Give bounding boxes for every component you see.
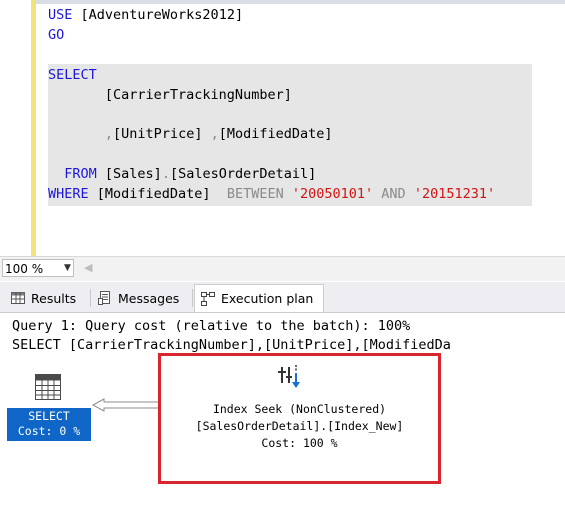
code-token: SELECT [48,67,97,83]
execution-plan-icon [201,291,215,306]
tab-messages[interactable]: Messages [92,285,192,311]
code-line-5: ,[UnitPrice] ,[ModifiedDate] [48,125,333,144]
scroll-left-icon[interactable]: ◀ [84,261,92,274]
query-editor[interactable]: USE [AdventureWorks2012] GO SELECT [Carr… [0,0,565,256]
tab-divider [90,289,91,307]
tab-execution-plan[interactable]: Execution plan [194,284,324,312]
code-line-4: [CarrierTrackingNumber] [48,86,292,105]
select-operator-node[interactable]: SELECT Cost: 0 % [7,408,91,441]
code-token: [SalesOrderDetail] [169,166,317,182]
query-cost-header: Query 1: Query cost (relative to the bat… [12,318,411,334]
change-tracking-bar [31,0,36,256]
tab-execution-plan-label: Execution plan [221,291,314,306]
code-token: [CarrierTrackingNumber] [48,87,292,103]
code-token: [Sales] [96,166,162,182]
code-token: . [161,166,170,182]
code-token: [UnitPrice] [113,126,211,142]
code-line-6: FROM [Sales].[SalesOrderDetail] [48,165,316,184]
editor-top-strip [0,0,565,4]
chevron-down-icon[interactable]: ▼ [64,263,71,273]
index-seek-icon[interactable] [276,363,304,391]
index-seek-object: [SalesOrderDetail].[Index_New] [195,419,404,433]
code-token: , [210,126,219,142]
code-token: WHERE [48,186,89,202]
select-operator-label: SELECT [28,409,70,423]
code-token: '20050101' [291,186,374,202]
tab-results-label: Results [31,290,77,306]
code-token: AND [381,186,406,202]
editor-gutter [0,0,32,256]
code-line-7: WHERE [ModifiedDate] BETWEEN '20050101' … [48,185,495,204]
code-line-1: USE [AdventureWorks2012] [48,6,243,25]
index-seek-operation: Index Seek (NonClustered) [212,402,387,416]
code-token: , [104,126,114,142]
code-token: [ModifiedDate] [218,126,333,142]
code-token: USE [48,7,73,23]
code-token: FROM [48,166,97,182]
code-token: '20151231' [413,186,496,202]
select-operator-icon[interactable] [34,373,62,401]
code-token: [AdventureWorks2012] [72,7,244,23]
code-token: [ModifiedDate] [88,186,227,202]
grid-icon [11,291,25,305]
code-line-3: SELECT [48,66,97,85]
tab-messages-label: Messages [118,290,180,306]
data-flow-arrow [92,398,161,412]
messages-icon [98,291,112,305]
tab-results[interactable]: Results [3,285,90,311]
index-seek-cost: Cost: 100 % [261,436,338,450]
code-line-2: GO [48,26,64,45]
code-token: BETWEEN [226,186,284,202]
tab-divider [192,289,193,307]
select-operator-cost: Cost: 0 % [17,424,81,438]
code-token: GO [48,27,65,43]
